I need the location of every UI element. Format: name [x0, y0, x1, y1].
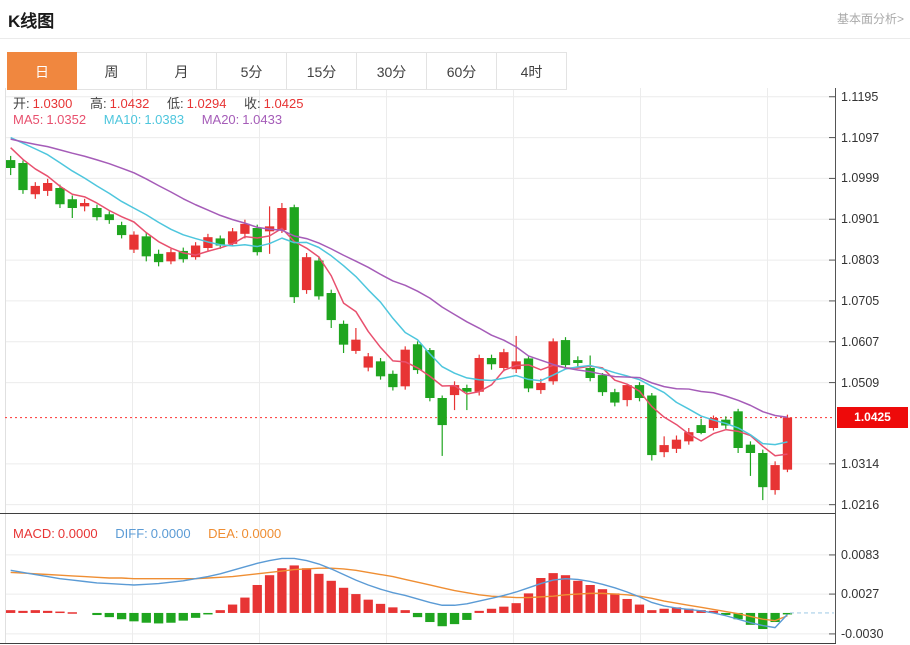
- macd-label: MACD:: [13, 526, 55, 541]
- axis-tick-label: 1.0216: [841, 497, 879, 513]
- axis-tick-label: 0.0083: [841, 547, 879, 563]
- ma20-label: MA20:: [202, 112, 240, 127]
- axis-tick-label: 1.0803: [841, 252, 879, 268]
- legend-ma: MA5:1.0352 MA10:1.0383 MA20:1.0433: [13, 112, 296, 127]
- high-label: 高:: [90, 96, 107, 111]
- tab-2[interactable]: 月: [147, 52, 217, 90]
- axis-tick-label: -0.0030: [841, 626, 883, 642]
- tab-0[interactable]: 日: [7, 52, 77, 90]
- axis-tick-label: 1.0314: [841, 456, 879, 472]
- dea-label: DEA:: [208, 526, 238, 541]
- diff-label: DIFF:: [115, 526, 148, 541]
- tab-4[interactable]: 15分: [287, 52, 357, 90]
- axis-tick-label: 1.0999: [841, 170, 879, 186]
- low-label: 低:: [167, 96, 184, 111]
- diff-value: 0.0000: [151, 526, 191, 541]
- close-value: 1.0425: [264, 96, 304, 111]
- legend-macd: MACD:0.0000 DIFF:0.0000 DEA:0.0000: [13, 526, 295, 541]
- axis-tick-label: 1.0901: [841, 211, 879, 227]
- tab-7[interactable]: 4时: [497, 52, 567, 90]
- tab-6[interactable]: 60分: [427, 52, 497, 90]
- ma10-label: MA10:: [104, 112, 142, 127]
- tab-1[interactable]: 周: [77, 52, 147, 90]
- axis-tick-label: 1.0705: [841, 293, 879, 309]
- close-label: 收:: [244, 96, 261, 111]
- price-badge-value: 1.0425: [854, 410, 891, 424]
- tab-5[interactable]: 30分: [357, 52, 427, 90]
- macd-value: 0.0000: [58, 526, 98, 541]
- tab-bar: 日周月5分15分30分60分4时: [7, 52, 567, 90]
- fundamental-analysis-link[interactable]: 基本面分析>: [837, 10, 904, 27]
- high-value: 1.0432: [110, 96, 150, 111]
- axis-tick-label: 1.1195: [841, 89, 878, 105]
- dea-value: 0.0000: [242, 526, 282, 541]
- open-value: 1.0300: [33, 96, 73, 111]
- ma20-value: 1.0433: [242, 112, 282, 127]
- ma10-value: 1.0383: [144, 112, 184, 127]
- price-badge: 1.0425: [837, 407, 908, 428]
- ma5-value: 1.0352: [46, 112, 86, 127]
- axis-tick-label: 1.0607: [841, 334, 879, 350]
- axis-tick-label: 1.1097: [841, 130, 879, 146]
- axis-tick-label: 0.0027: [841, 586, 879, 602]
- legend-ohlc: 开:1.0300 高:1.0432 低:1.0294 收:1.0425: [13, 93, 317, 112]
- low-value: 1.0294: [187, 96, 227, 111]
- axis-tick-label: 1.0509: [841, 375, 879, 391]
- ma5-label: MA5:: [13, 112, 43, 127]
- tab-3[interactable]: 5分: [217, 52, 287, 90]
- open-label: 开:: [13, 96, 30, 111]
